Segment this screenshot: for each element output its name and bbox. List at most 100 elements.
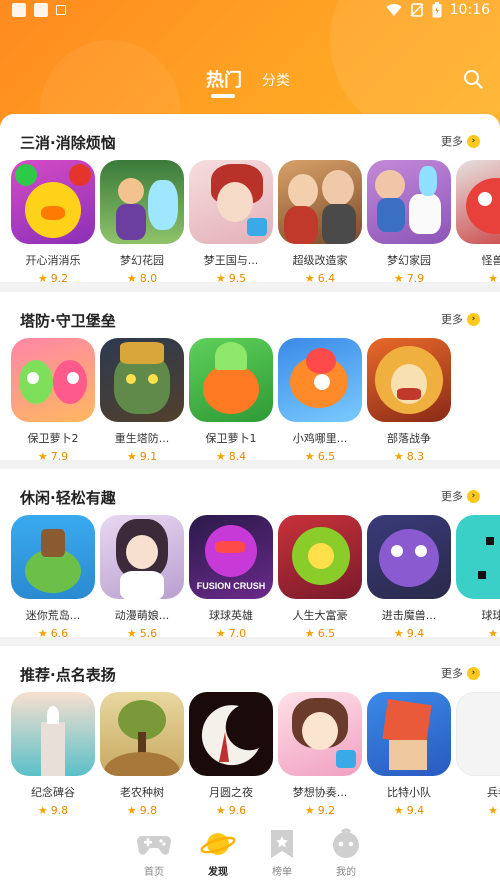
app-name: 重生塔防...: [114, 432, 170, 445]
app-icon: [278, 515, 362, 599]
app-name: 月圆之夜: [209, 786, 253, 799]
tab-hot[interactable]: 热门: [206, 66, 242, 92]
star-icon: ★: [393, 450, 404, 460]
app-name: 怪兽大: [481, 254, 500, 267]
app-name: 动漫萌娘...: [114, 609, 170, 622]
app-rating: ★ 7.9: [394, 272, 424, 282]
more-label: 更多: [441, 313, 463, 326]
app-name: 球球英雄: [209, 609, 253, 622]
more-link[interactable]: 更多 ›: [441, 311, 480, 327]
app-icon: [456, 515, 500, 599]
app-card[interactable]: 梦幻家园 ★ 7.9: [367, 160, 451, 282]
app-card[interactable]: 球球大 ★6: [456, 515, 500, 637]
app-card[interactable]: 进击魔兽... ★ 9.4: [367, 515, 451, 637]
nav-home[interactable]: 首页: [124, 828, 184, 878]
app-card[interactable]: 兵者 ★9: [456, 692, 500, 817]
app-card[interactable]: 迷你荒岛... ★ 6.6: [11, 515, 95, 637]
app-card[interactable]: 梦王国与... ★ 9.5: [189, 160, 273, 282]
app-rating: ★ 6.4: [305, 272, 335, 282]
app-card[interactable]: 纪念碑谷 ★ 9.8: [11, 692, 95, 817]
app-icon: [367, 338, 451, 422]
rating-value: 5.6: [139, 627, 158, 637]
app-name: 部落战争: [387, 432, 431, 445]
rating-value: 6.6: [50, 627, 69, 637]
rating-value: 9.8: [50, 804, 69, 817]
rating-value: 9.2: [50, 272, 69, 282]
app-card[interactable]: 人生大富豪 ★ 6.5: [278, 515, 362, 637]
app-name: 兵者: [487, 786, 500, 799]
wifi-icon: [386, 4, 402, 17]
star-icon: ★: [215, 804, 226, 817]
app-name: 梦幻花园: [120, 254, 164, 267]
star-icon: ★: [304, 450, 315, 460]
app-row: 保卫萝卜2 ★ 7.9 重生塔防... ★ 9.1 保卫萝卜1 ★ 8.4 小鸡…: [11, 338, 451, 460]
star-icon: ★: [37, 804, 48, 817]
nav-discover[interactable]: 发现: [188, 828, 248, 878]
app-name: 迷你荒岛...: [25, 609, 81, 622]
app-row: 迷你荒岛... ★ 6.6 动漫萌娘... ★ 5.6 FUSION CRUSH 球…: [11, 515, 500, 637]
app-name: 梦王国与...: [203, 254, 259, 267]
app-rating: ★9: [488, 804, 500, 817]
app-name: 保卫萝卜1: [205, 432, 257, 445]
more-link[interactable]: 更多 ›: [441, 133, 480, 149]
app-card[interactable]: 保卫萝卜1 ★ 8.4: [189, 338, 273, 460]
app-card[interactable]: 比特小队 ★ 9.4: [367, 692, 451, 817]
app-card[interactable]: 重生塔防... ★ 9.1: [100, 338, 184, 460]
app-row: 开心消消乐 ★ 9.2 梦幻花园 ★ 8.0 梦王国与... ★ 9.5 超级改…: [11, 160, 500, 282]
app-card[interactable]: 动漫萌娘... ★ 5.6: [100, 515, 184, 637]
nav-label: 榜单: [272, 867, 292, 878]
app-card[interactable]: 月圆之夜 ★ 9.6: [189, 692, 273, 817]
app-card[interactable]: 梦想协奏... ★ 9.2: [278, 692, 362, 817]
active-tab-indicator: [211, 94, 235, 98]
app-card[interactable]: 梦幻花园 ★ 8.0: [100, 160, 184, 282]
app-name: 梦幻家园: [387, 254, 431, 267]
star-icon: ★: [126, 450, 137, 460]
app-card[interactable]: 超级改造家 ★ 6.4: [278, 160, 362, 282]
app-card[interactable]: 保卫萝卜2 ★ 7.9: [11, 338, 95, 460]
app-rating: ★ 6.5: [305, 627, 335, 637]
rating-value: 9.5: [228, 272, 247, 282]
app-icon: [278, 692, 362, 776]
more-link[interactable]: 更多 ›: [441, 488, 480, 504]
app-icon: [11, 515, 95, 599]
rating-value: 8.4: [228, 450, 247, 460]
app-name: 进击魔兽...: [381, 609, 437, 622]
app-card[interactable]: 老农种树 ★ 9.8: [100, 692, 184, 817]
app-card[interactable]: 小鸡哪里... ★ 6.5: [278, 338, 362, 460]
app-name: 人生大富豪: [292, 609, 348, 622]
star-icon: ★: [215, 627, 226, 637]
moon-icon: [201, 705, 259, 766]
app-card[interactable]: 部落战争 ★ 8.3: [367, 338, 451, 460]
star-icon: ★: [37, 450, 48, 460]
nav-profile[interactable]: 我的: [316, 828, 376, 878]
app-name: 老农种树: [120, 786, 164, 799]
clock: 10:16: [449, 2, 490, 18]
star-icon: ★: [393, 804, 404, 817]
section-match3: 三消·消除烦恼 更多 › 开心消消乐 ★ 9.2 梦幻花园 ★ 8.0 梦王国与…: [0, 114, 500, 282]
star-icon: ★: [488, 804, 498, 817]
section-tower-defense: 塔防·守卫堡垒 更多 › 保卫萝卜2 ★ 7.9 重生塔防... ★ 9.1 保…: [0, 292, 500, 460]
battery-icon: [432, 2, 442, 18]
more-link[interactable]: 更多 ›: [441, 665, 480, 681]
rating-value: 8.3: [406, 450, 425, 460]
app-rating: ★ 9.4: [394, 627, 424, 637]
app-rating: ★ 6.6: [38, 627, 68, 637]
app-card[interactable]: FUSION CRUSH 球球英雄 ★ 7.0: [189, 515, 273, 637]
app-icon: [367, 692, 451, 776]
star-icon: ★: [304, 272, 315, 282]
search-icon[interactable]: [462, 68, 484, 90]
app-name: 小鸡哪里...: [292, 432, 348, 445]
top-navigation: 热门 分类: [0, 58, 500, 102]
nav-rankings[interactable]: 榜单: [252, 828, 312, 878]
tab-category[interactable]: 分类: [262, 70, 290, 90]
star-icon: ★: [126, 627, 137, 637]
notification-icon: [56, 5, 66, 15]
app-rating: ★ 9.8: [127, 804, 157, 817]
rating-value: 9.8: [139, 804, 158, 817]
rating-value: 6.4: [317, 272, 336, 282]
rating-value: 9.4: [406, 627, 425, 637]
app-icon: [11, 338, 95, 422]
app-card[interactable]: 开心消消乐 ★ 9.2: [11, 160, 95, 282]
rating-value: 7.9: [406, 272, 425, 282]
app-card[interactable]: 怪兽大 ★7: [456, 160, 500, 282]
